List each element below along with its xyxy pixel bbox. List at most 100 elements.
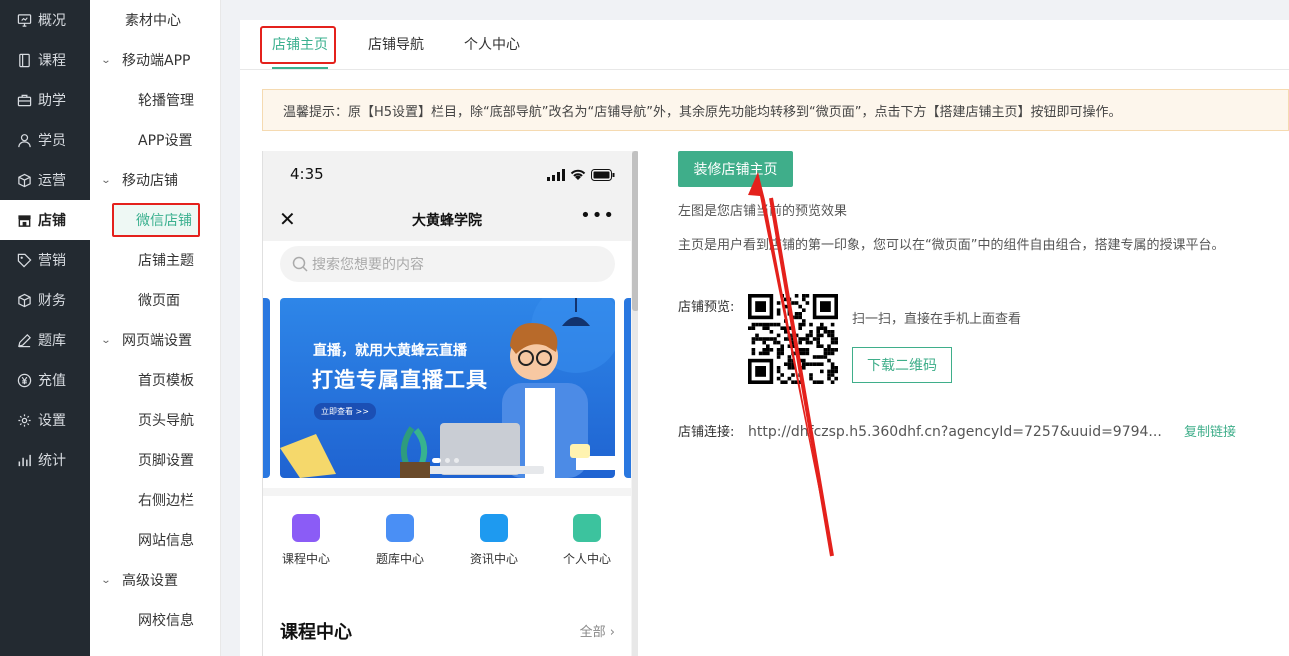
sidebar-item[interactable]: 页头导航 — [90, 400, 220, 440]
primary-nav-item[interactable]: 设置 — [0, 400, 90, 440]
sidebar-item[interactable]: 首页模板 — [90, 360, 220, 400]
primary-nav-item[interactable]: 营销 — [0, 240, 90, 280]
primary-nav-item[interactable]: 财务 — [0, 280, 90, 320]
book-open-icon — [386, 514, 414, 542]
quick-icons-row: 课程中心 题库中心 资讯中心 个人中心 — [263, 488, 631, 584]
sidebar-item[interactable]: 微页面 — [90, 280, 220, 320]
shop-preview-label: 店铺预览: — [678, 300, 735, 315]
primary-nav-label: 概况 — [38, 13, 66, 29]
quick-icon-label: 个人中心 — [562, 552, 611, 566]
primary-nav-item[interactable]: 助学 — [0, 80, 90, 120]
primary-nav-item[interactable]: 充值 — [0, 360, 90, 400]
monitor-icon — [16, 12, 32, 28]
tab-bar: 店铺主页 店铺导航 个人中心 — [240, 20, 1289, 70]
qr-code — [748, 294, 838, 384]
sidebar-item-label: 右侧边栏 — [138, 493, 194, 509]
banner-next-peek — [624, 298, 631, 478]
shop-link-label: 店铺连接: — [678, 425, 735, 440]
sidebar-item-label: APP设置 — [138, 133, 193, 149]
primary-nav-item[interactable]: 课程 — [0, 40, 90, 80]
quick-icon-item[interactable]: 个人中心 — [552, 514, 622, 567]
sidebar-item[interactable]: 页脚设置 — [90, 440, 220, 480]
pen-icon — [16, 332, 32, 348]
quick-icon-label: 课程中心 — [281, 552, 330, 566]
sidebar-item[interactable]: 轮播管理 — [90, 80, 220, 120]
phone-search-input[interactable]: 搜索您想要的内容 — [280, 246, 615, 282]
sidebar-group[interactable]: ⌄ 高级设置 — [90, 560, 220, 600]
sidebar-item-label: 微信店铺 — [112, 203, 200, 237]
primary-nav-label: 题库 — [38, 333, 66, 349]
primary-nav-label: 充值 — [38, 373, 66, 389]
tab-personal-center[interactable]: 个人中心 — [464, 34, 520, 54]
quick-icon-label: 资讯中心 — [469, 552, 518, 566]
banner-carousel[interactable]: 直播，就用大黄蜂云直播 打造专属直播工具 立即查看 >> — [280, 298, 615, 478]
chevron-down-icon: ⌄ — [100, 334, 112, 346]
tab-shop-home[interactable]: 店铺主页 — [272, 34, 328, 54]
quick-icon-item[interactable]: 课程中心 — [271, 514, 341, 567]
more-icon[interactable]: ••• — [580, 205, 615, 226]
primary-nav-item[interactable]: 题库 — [0, 320, 90, 360]
sidebar-item-label: 店铺主题 — [138, 253, 194, 269]
chevron-down-icon: ⌄ — [100, 54, 112, 66]
phone-status-bar: 4:35 — [263, 151, 631, 197]
chevron-down-icon: ⌄ — [100, 174, 112, 186]
primary-nav-item[interactable]: 学员 — [0, 120, 90, 160]
sidebar-item[interactable]: 网校信息 — [90, 600, 220, 640]
phone-preview: 4:35 ✕ 大黄蜂学院 ••• 搜索您想要的内容 直播，就用大黄蜂云直播 打造… — [262, 151, 638, 656]
primary-nav-item[interactable]: 统计 — [0, 440, 90, 480]
quick-icon-item[interactable]: 题库中心 — [365, 514, 435, 567]
sidebar-item-label: 页脚设置 — [138, 453, 194, 469]
copy-link-button[interactable]: 复制链接 — [1184, 421, 1236, 440]
primary-nav-item[interactable]: 运营 — [0, 160, 90, 200]
quick-icon-label: 题库中心 — [375, 552, 424, 566]
edit-shop-home-button[interactable]: 装修店铺主页 — [678, 151, 793, 187]
sidebar-item[interactable]: 店铺主题 — [90, 240, 220, 280]
primary-nav-label: 课程 — [38, 53, 66, 69]
section-more-link[interactable]: 全部 › — [580, 621, 615, 640]
home-description-text: 主页是用户看到店铺的第一印象，您可以在“微页面”中的组件自由组合，搭建专属的授课… — [678, 238, 1225, 253]
wallet-icon — [16, 292, 32, 308]
bar-chart-icon — [16, 452, 32, 468]
yen-icon — [16, 372, 32, 388]
primary-nav-label: 统计 — [38, 453, 66, 469]
tip-banner: 温馨提示：原【H5设置】栏目，除“底部导航”改名为“店铺导航”外，其余原先功能均… — [262, 89, 1289, 131]
sidebar-group[interactable]: ⌄ 网页端设置 — [90, 320, 220, 360]
bear-icon — [573, 514, 601, 542]
sidebar-item[interactable]: 网站信息 — [90, 520, 220, 560]
store-icon — [16, 212, 32, 228]
primary-nav-label: 运营 — [38, 173, 66, 189]
wifi-icon — [570, 169, 586, 180]
sidebar-item-label: 页头导航 — [138, 413, 194, 429]
primary-nav-label: 营销 — [38, 253, 66, 269]
search-icon — [292, 256, 308, 272]
search-placeholder: 搜索您想要的内容 — [312, 257, 424, 273]
primary-nav-label: 财务 — [38, 293, 66, 309]
sidebar-group[interactable]: ⌄ 移动店铺 — [90, 160, 220, 200]
tab-shop-nav[interactable]: 店铺导航 — [368, 34, 424, 54]
sidebar-item[interactable]: 右侧边栏 — [90, 480, 220, 520]
primary-nav-label: 助学 — [38, 93, 66, 109]
banner-prev-peek — [263, 298, 270, 478]
sidebar-item-label: 素材中心 — [125, 13, 181, 29]
news-icon — [480, 514, 508, 542]
primary-sidebar: 概况课程助学学员运营店铺营销财务题库充值设置统计 — [0, 0, 90, 656]
tab-active-underline — [272, 67, 328, 69]
sidebar-group[interactable]: ⌄ 移动端APP — [90, 40, 220, 80]
phone-body: 搜索您想要的内容 直播，就用大黄蜂云直播 打造专属直播工具 立即查看 >> 课程… — [263, 241, 631, 656]
sidebar-item-label: 轮播管理 — [138, 93, 194, 109]
main-panel: 店铺主页 店铺导航 个人中心 温馨提示：原【H5设置】栏目，除“底部导航”改名为… — [240, 20, 1289, 656]
secondary-sidebar: 素材中心 ⌄ 移动端APP 轮播管理 APP设置 ⌄ 移动店铺 微信店铺店铺主题微页面 ⌄ 网页端… — [90, 0, 221, 656]
chevron-down-icon: ⌄ — [100, 574, 112, 586]
banner-illustration — [280, 298, 615, 478]
scrollbar-thumb[interactable] — [632, 151, 638, 311]
quick-icon-item[interactable]: 资讯中心 — [459, 514, 529, 567]
sidebar-item[interactable]: 微信店铺 — [90, 200, 220, 240]
sidebar-item-label: 高级设置 — [122, 573, 178, 589]
preview-scrollbar[interactable] — [632, 151, 638, 656]
sidebar-item[interactable]: APP设置 — [90, 120, 220, 160]
download-qr-button[interactable]: 下载二维码 — [852, 347, 952, 383]
sidebar-item[interactable]: 素材中心 — [90, 0, 220, 40]
primary-nav-item[interactable]: 店铺 — [0, 200, 90, 240]
sidebar-item-label: 移动端APP — [122, 53, 191, 69]
primary-nav-item[interactable]: 概况 — [0, 0, 90, 40]
